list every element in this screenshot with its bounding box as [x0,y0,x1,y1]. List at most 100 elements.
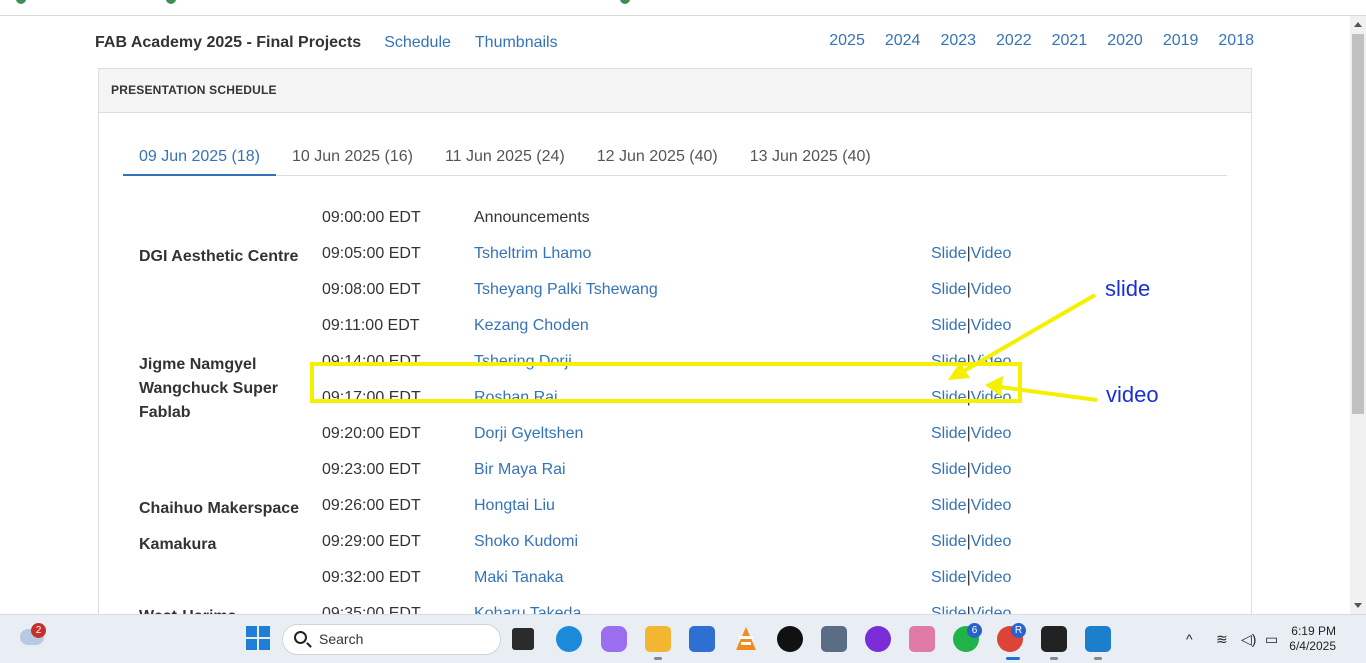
firefox-icon[interactable] [865,626,891,652]
whatsapp-badge: 6 [967,623,982,638]
app-open-indicator [1094,657,1102,660]
video-link[interactable]: Video [971,245,1012,262]
student-link[interactable]: Hongtai Liu [474,497,555,515]
site-title[interactable]: FAB Academy 2025 - Final Projects [95,34,361,52]
presentation-time: 09:08:00 EDT [322,281,421,298]
slide-video-links: Slide|Video [931,461,1011,479]
clock-date: 6/4/2025 [1289,639,1336,653]
video-link[interactable]: Video [971,605,1012,614]
slide-link[interactable]: Slide [931,533,967,550]
video-link[interactable]: Video [971,569,1012,586]
year-link-2025[interactable]: 2025 [829,32,865,50]
date-tabs: 09 Jun 2025 (18) 10 Jun 2025 (16) 11 Jun 2… [123,138,1227,176]
student-link[interactable]: Tsheltrim Lhamo [474,245,591,263]
slide-link[interactable]: Slide [931,317,967,334]
slide-video-links: Slide|Video [931,317,1011,335]
slide-link[interactable]: Slide [931,425,967,442]
year-link-2020[interactable]: 2020 [1107,32,1143,50]
browser-bookmarks-strip [0,0,1366,16]
top-nav: FAB Academy 2025 - Final Projects Schedu… [95,32,582,54]
app-open-indicator [1050,657,1058,660]
volume-icon[interactable]: ◁) [1241,631,1256,648]
year-link-2022[interactable]: 2022 [996,32,1032,50]
photo-app-icon[interactable] [909,626,935,652]
bookmark-icon[interactable] [166,0,176,4]
schedule-row: West-Harima 09:35:00 EDT Koharu Takeda Slid… [99,595,1253,614]
lab-name: Chaihuo Makerspace [139,500,300,517]
presentation-time: 09:20:00 EDT [322,425,421,442]
student-link[interactable]: Koharu Takeda [474,605,581,614]
student-link[interactable]: Bir Maya Rai [474,461,566,479]
slide-link[interactable]: Slide [931,605,967,614]
presentation-schedule-panel: PRESENTATION SCHEDULE 09 Jun 2025 (18) 10… [98,68,1252,614]
year-link-2023[interactable]: 2023 [940,32,976,50]
video-link[interactable]: Video [971,461,1012,478]
vscode-icon[interactable] [1085,626,1111,652]
video-annotation: video [1106,382,1159,407]
microsoft-store-icon[interactable] [689,626,715,652]
taskbar-search[interactable]: Search [282,624,501,655]
chevron-up-icon[interactable]: ^ [1186,631,1193,647]
tab-date-2[interactable]: 11 Jun 2025 (24) [429,138,581,176]
schedule-row: 09:08:00 EDT Tsheyang Palki Tshewang Slide… [99,271,1253,307]
presentation-time: 09:29:00 EDT [322,533,421,550]
schedule-row: 09:00:00 EDT Announcements [99,199,1253,235]
lab-name: DGI Aesthetic Centre [139,248,299,265]
vlc-icon[interactable] [733,626,759,652]
bookmark-icon[interactable] [620,0,630,4]
task-view-icon[interactable] [512,628,534,650]
app-open-indicator [654,657,662,660]
windows-start-icon[interactable] [246,626,272,652]
search-placeholder: Search [319,631,364,647]
weather-badge: 2 [31,623,46,638]
year-link-2018[interactable]: 2018 [1218,32,1254,50]
nav-link-thumbnails[interactable]: Thumbnails [475,34,558,52]
edge-icon[interactable] [556,626,582,652]
student-link[interactable]: Kezang Choden [474,317,589,335]
slide-link[interactable]: Slide [931,569,967,586]
scrollbar-thumb[interactable] [1352,34,1364,414]
system-clock[interactable]: 6:19 PM 6/4/2025 [1289,624,1336,654]
terminal-icon[interactable] [1041,626,1067,652]
announcements-label: Announcements [474,209,590,226]
video-link[interactable]: Video [971,425,1012,442]
slide-video-links: Slide|Video [931,425,1011,443]
video-link[interactable]: Video [971,533,1012,550]
tab-date-0[interactable]: 09 Jun 2025 (18) [123,138,276,176]
student-link[interactable]: Shoko Kudomi [474,533,578,551]
lab-name: Kamakura [139,536,217,553]
year-link-2021[interactable]: 2021 [1052,32,1088,50]
video-link[interactable]: Video [971,497,1012,514]
tab-date-4[interactable]: 13 Jun 2025 (40) [734,138,887,176]
vertical-scrollbar[interactable] [1350,16,1366,614]
presentation-time: 09:32:00 EDT [322,569,421,586]
student-link[interactable]: Tsheyang Palki Tshewang [474,281,658,299]
schedule-row: Chaihuo Makerspace 09:26:00 EDT Hongtai Li… [99,487,1253,523]
slide-link[interactable]: Slide [931,245,967,262]
slide-link[interactable]: Slide [931,281,967,298]
video-link[interactable]: Video [971,317,1012,334]
calculator-icon[interactable] [821,626,847,652]
nav-link-schedule[interactable]: Schedule [384,34,451,52]
student-link[interactable]: Maki Tanaka [474,569,564,587]
tab-date-1[interactable]: 10 Jun 2025 (16) [276,138,429,176]
slide-link[interactable]: Slide [931,497,967,514]
file-explorer-icon[interactable] [645,626,671,652]
battery-icon[interactable]: ▭ [1265,631,1278,648]
schedule-row: 09:11:00 EDT Kezang Choden Slide|Video [99,307,1253,343]
slide-link[interactable]: Slide [931,461,967,478]
app-b-icon[interactable] [777,626,803,652]
year-link-2024[interactable]: 2024 [885,32,921,50]
bookmark-icon[interactable] [16,0,26,4]
year-link-2019[interactable]: 2019 [1163,32,1199,50]
scroll-up-icon[interactable] [1354,22,1362,27]
slide-video-links: Slide|Video [931,245,1011,263]
presentation-time: 09:35:00 EDT [322,605,421,614]
tab-date-3[interactable]: 12 Jun 2025 (40) [581,138,734,176]
scroll-down-icon[interactable] [1354,603,1362,608]
video-link[interactable]: Video [971,281,1012,298]
copilot-icon[interactable] [601,626,627,652]
student-link[interactable]: Dorji Gyeltshen [474,425,583,443]
page-content: FAB Academy 2025 - Final Projects Schedu… [0,16,1350,614]
wifi-icon[interactable]: ≋ [1216,631,1228,648]
